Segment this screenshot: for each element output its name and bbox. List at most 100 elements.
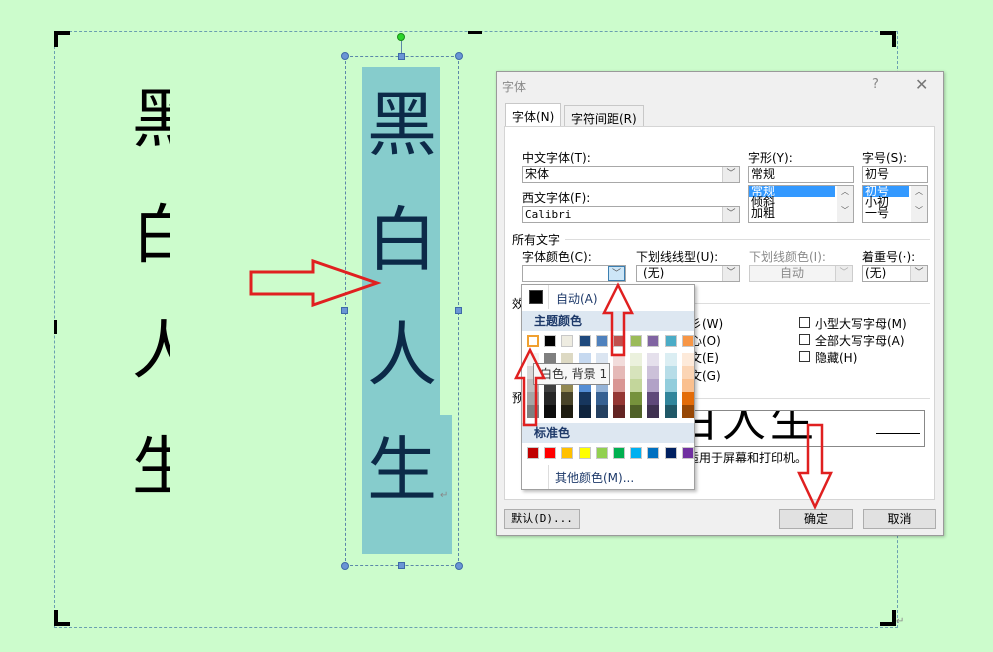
standard-color-swatch[interactable] (613, 447, 625, 459)
underline-style-label: 下划线线型(U): (636, 250, 719, 264)
theme-shade-swatch[interactable] (595, 405, 608, 418)
theme-shade-swatch[interactable] (578, 392, 591, 405)
cancel-button[interactable]: 取消 (863, 509, 936, 529)
default-button[interactable]: 默认(D)... (504, 509, 580, 529)
section-divider (565, 239, 930, 240)
theme-shade-swatch[interactable] (613, 366, 625, 379)
theme-color-swatch[interactable] (544, 335, 557, 347)
close-button[interactable]: ✕ (915, 75, 928, 94)
standard-color-swatch[interactable] (630, 447, 643, 459)
chevron-down-icon: ﹀ (835, 266, 852, 281)
help-button[interactable]: ? (872, 77, 879, 92)
chevron-down-icon[interactable]: ﹀ (722, 266, 739, 281)
style-listbox[interactable]: 常规 倾斜 加粗 ︿ ﹀ (748, 185, 854, 223)
chevron-down-icon[interactable]: ﹀ (910, 266, 927, 281)
theme-shade-swatch[interactable] (630, 379, 643, 392)
listbox-scrollbar[interactable]: ︿ ﹀ (911, 186, 927, 222)
theme-shade-swatch[interactable] (681, 405, 694, 418)
theme-shade-swatch[interactable] (630, 366, 643, 379)
small-caps-label: 小型大写字母(M) (815, 317, 907, 331)
annotation-arrow-right (249, 258, 382, 308)
tab-font[interactable]: 字体(N) (505, 103, 562, 128)
style-input[interactable]: 常规 (748, 166, 854, 183)
underline-style-value: (无) (643, 266, 665, 280)
standard-color-swatch[interactable] (578, 447, 591, 459)
size-option[interactable]: 一号 (863, 207, 909, 219)
small-caps-checkbox[interactable] (799, 317, 810, 328)
resize-handle-top-left[interactable] (341, 52, 349, 60)
theme-shade-swatch[interactable] (647, 379, 660, 392)
palette-gutter (548, 465, 549, 489)
resize-handle-bottom-right[interactable] (455, 562, 463, 570)
style-value: 常规 (751, 167, 776, 181)
theme-color-swatch[interactable] (647, 335, 660, 347)
theme-shade-swatch[interactable] (664, 366, 677, 379)
theme-shade-swatch[interactable] (561, 405, 574, 418)
standard-color-swatch[interactable] (664, 447, 677, 459)
automatic-color-label: 自动(A) (556, 292, 598, 306)
theme-shade-swatch[interactable] (664, 392, 677, 405)
size-input[interactable]: 初号 (862, 166, 928, 183)
resize-handle-bottom[interactable] (398, 562, 405, 569)
chinese-font-label: 中文字体(T): (522, 151, 591, 165)
theme-shade-swatch[interactable] (578, 405, 591, 418)
theme-shade-swatch[interactable] (664, 405, 677, 418)
theme-shade-swatch[interactable] (630, 405, 643, 418)
chinese-font-select[interactable]: 宋体 ﹀ (522, 166, 740, 183)
theme-shade-swatch[interactable] (613, 392, 625, 405)
theme-color-swatch[interactable] (527, 335, 539, 347)
chevron-down-icon[interactable]: ﹀ (722, 167, 739, 182)
chevron-down-icon[interactable]: ﹀ (608, 266, 625, 281)
underline-color-value: 自动 (779, 266, 804, 280)
emphasis-mark-select[interactable]: (无) ﹀ (862, 265, 928, 282)
all-text-section-label: 所有文字 (512, 233, 561, 247)
underline-color-select: 自动 ﹀ (749, 265, 853, 282)
listbox-scrollbar[interactable]: ︿ ﹀ (837, 186, 853, 222)
theme-color-swatch[interactable] (578, 335, 591, 347)
underline-style-select[interactable]: (无) ﹀ (636, 265, 740, 282)
theme-shade-swatch[interactable] (664, 353, 677, 366)
standard-color-swatch[interactable] (527, 447, 539, 459)
ok-button[interactable]: 确定 (779, 509, 853, 529)
resize-handle-bottom-left[interactable] (341, 562, 349, 570)
theme-shade-swatch[interactable] (595, 392, 608, 405)
theme-shade-swatch[interactable] (647, 353, 660, 366)
standard-color-swatch[interactable] (647, 447, 660, 459)
crop-mark-bottom-left (54, 610, 58, 626)
theme-color-swatch[interactable] (561, 335, 574, 347)
theme-color-swatch[interactable] (664, 335, 677, 347)
theme-shade-swatch[interactable] (664, 379, 677, 392)
end-paragraph-mark: ↵ (896, 616, 905, 627)
theme-shade-swatch[interactable] (681, 353, 694, 366)
standard-color-swatch[interactable] (544, 447, 557, 459)
chevron-down-icon[interactable]: ﹀ (722, 207, 739, 222)
style-option[interactable]: 加粗 (749, 207, 835, 219)
theme-shade-swatch[interactable] (613, 405, 625, 418)
theme-shade-swatch[interactable] (647, 405, 660, 418)
theme-shade-swatch[interactable] (613, 379, 625, 392)
western-font-select[interactable]: Calibri ﹀ (522, 206, 740, 223)
theme-shade-swatch[interactable] (630, 392, 643, 405)
more-colors-option[interactable]: 其他颜色(M)... (555, 469, 634, 486)
standard-color-swatch[interactable] (681, 447, 694, 459)
resize-handle-top[interactable] (398, 53, 405, 60)
standard-color-swatch[interactable] (561, 447, 574, 459)
tab-character-spacing[interactable]: 字符间距(R) (564, 105, 644, 127)
theme-shade-swatch[interactable] (647, 366, 660, 379)
hidden-checkbox[interactable] (799, 351, 810, 362)
theme-shade-swatch[interactable] (561, 392, 574, 405)
rotation-handle[interactable] (397, 33, 405, 41)
standard-color-swatch[interactable] (595, 447, 608, 459)
font-color-select[interactable]: ﹀ (522, 265, 626, 282)
theme-shade-swatch[interactable] (681, 392, 694, 405)
margin-mark-top (468, 31, 482, 34)
annotation-arrow-up (601, 282, 635, 357)
size-listbox[interactable]: 初号 小初 一号 ︿ ﹀ (862, 185, 928, 223)
theme-shade-swatch[interactable] (681, 379, 694, 392)
all-caps-checkbox[interactable] (799, 334, 810, 345)
resize-handle-top-right[interactable] (455, 52, 463, 60)
resize-handle-right[interactable] (455, 307, 462, 314)
theme-shade-swatch[interactable] (647, 392, 660, 405)
theme-shade-swatch[interactable] (681, 366, 694, 379)
theme-color-swatch[interactable] (681, 335, 694, 347)
